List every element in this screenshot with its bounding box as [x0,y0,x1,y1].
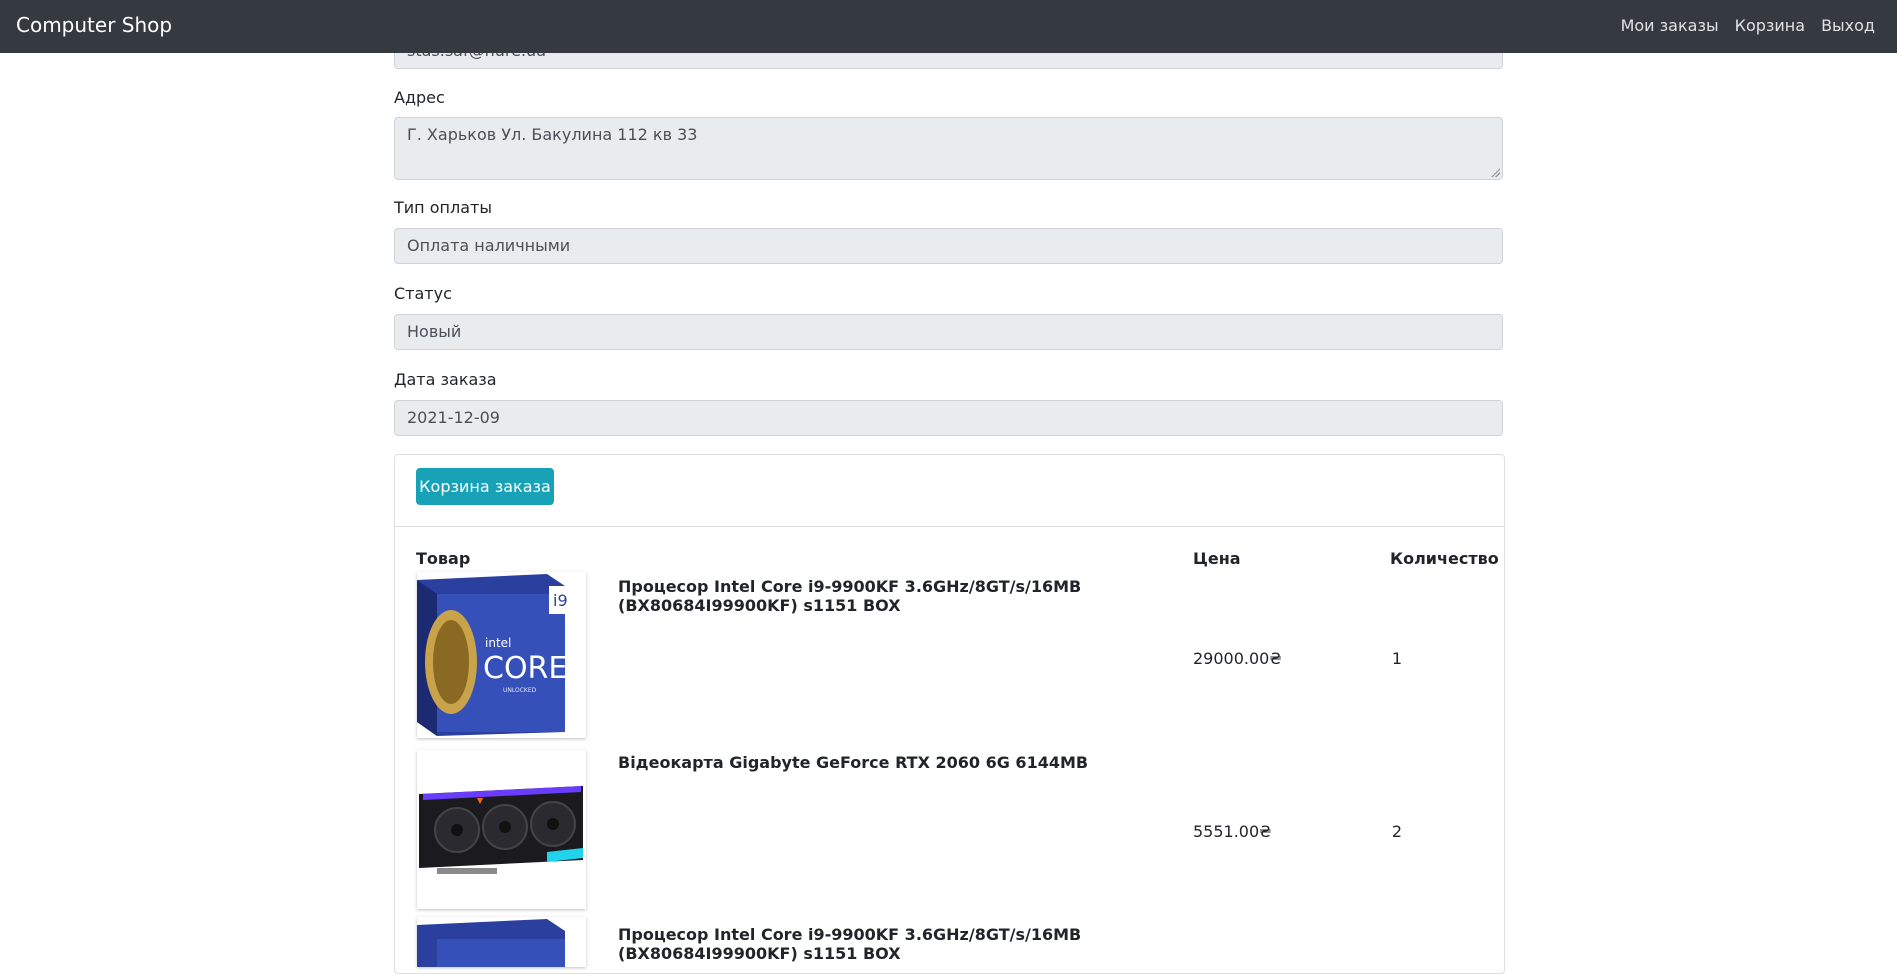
order-cart-button[interactable]: Корзина заказа [416,468,554,505]
order-cart-card: Корзина заказа Товар Цена Количество i9 … [394,454,1505,974]
address-label: Адрес [394,88,445,107]
intel-core-box-icon: i9 intel CORE UNLOCKED [417,574,569,736]
nav-cart[interactable]: Корзина [1735,16,1805,35]
order-date-field[interactable]: 2021-12-09 [394,400,1503,436]
card-header: Корзина заказа [395,455,1504,527]
product-name[interactable]: Процесор Intel Core i9-9900KF 3.6GHz/8GT… [618,925,1178,963]
address-field[interactable]: Г. Харьков Ул. Бакулина 112 кв 33 [394,117,1503,180]
product-name[interactable]: Процесор Intel Core i9-9900KF 3.6GHz/8GT… [618,577,1178,615]
svg-text:i9: i9 [553,591,568,610]
status-field[interactable]: Новый [394,314,1503,350]
intel-core-box-icon [417,919,565,967]
product-image-cpu[interactable]: i9 intel CORE UNLOCKED [417,572,586,738]
payment-type-label: Тип оплаты [394,198,492,217]
status-label: Статус [394,284,452,303]
nav-links: Мои заказы Корзина Выход [1621,16,1875,35]
product-name[interactable]: Відеокарта Gigabyte GeForce RTX 2060 6G … [618,753,1178,772]
order-date-label: Дата заказа [394,370,497,389]
product-price: 5551.00₴ [1193,822,1272,841]
product-quantity: 2 [1391,822,1403,841]
svg-text:UNLOCKED: UNLOCKED [503,687,537,694]
svg-text:intel: intel [485,636,511,650]
payment-type-field[interactable]: Оплата наличными [394,228,1503,264]
graphics-card-icon [419,786,583,874]
product-price: 29000.00₴ [1193,649,1282,668]
brand-link[interactable]: Computer Shop [16,13,172,37]
address-value: Г. Харьков Ул. Бакулина 112 кв 33 [407,125,698,144]
product-image-cpu[interactable] [417,917,586,967]
top-navbar: Computer Shop Мои заказы Корзина Выход [0,0,1897,53]
column-header-product: Товар [416,549,471,568]
column-header-price: Цена [1193,549,1241,568]
svg-text:CORE: CORE [483,651,567,686]
resize-handle-icon[interactable] [1491,168,1500,177]
product-image-gpu[interactable] [417,750,586,909]
product-quantity: 1 [1391,649,1403,668]
nav-logout[interactable]: Выход [1821,16,1875,35]
column-header-quantity: Количество [1390,549,1499,568]
nav-my-orders[interactable]: Мои заказы [1621,16,1719,35]
